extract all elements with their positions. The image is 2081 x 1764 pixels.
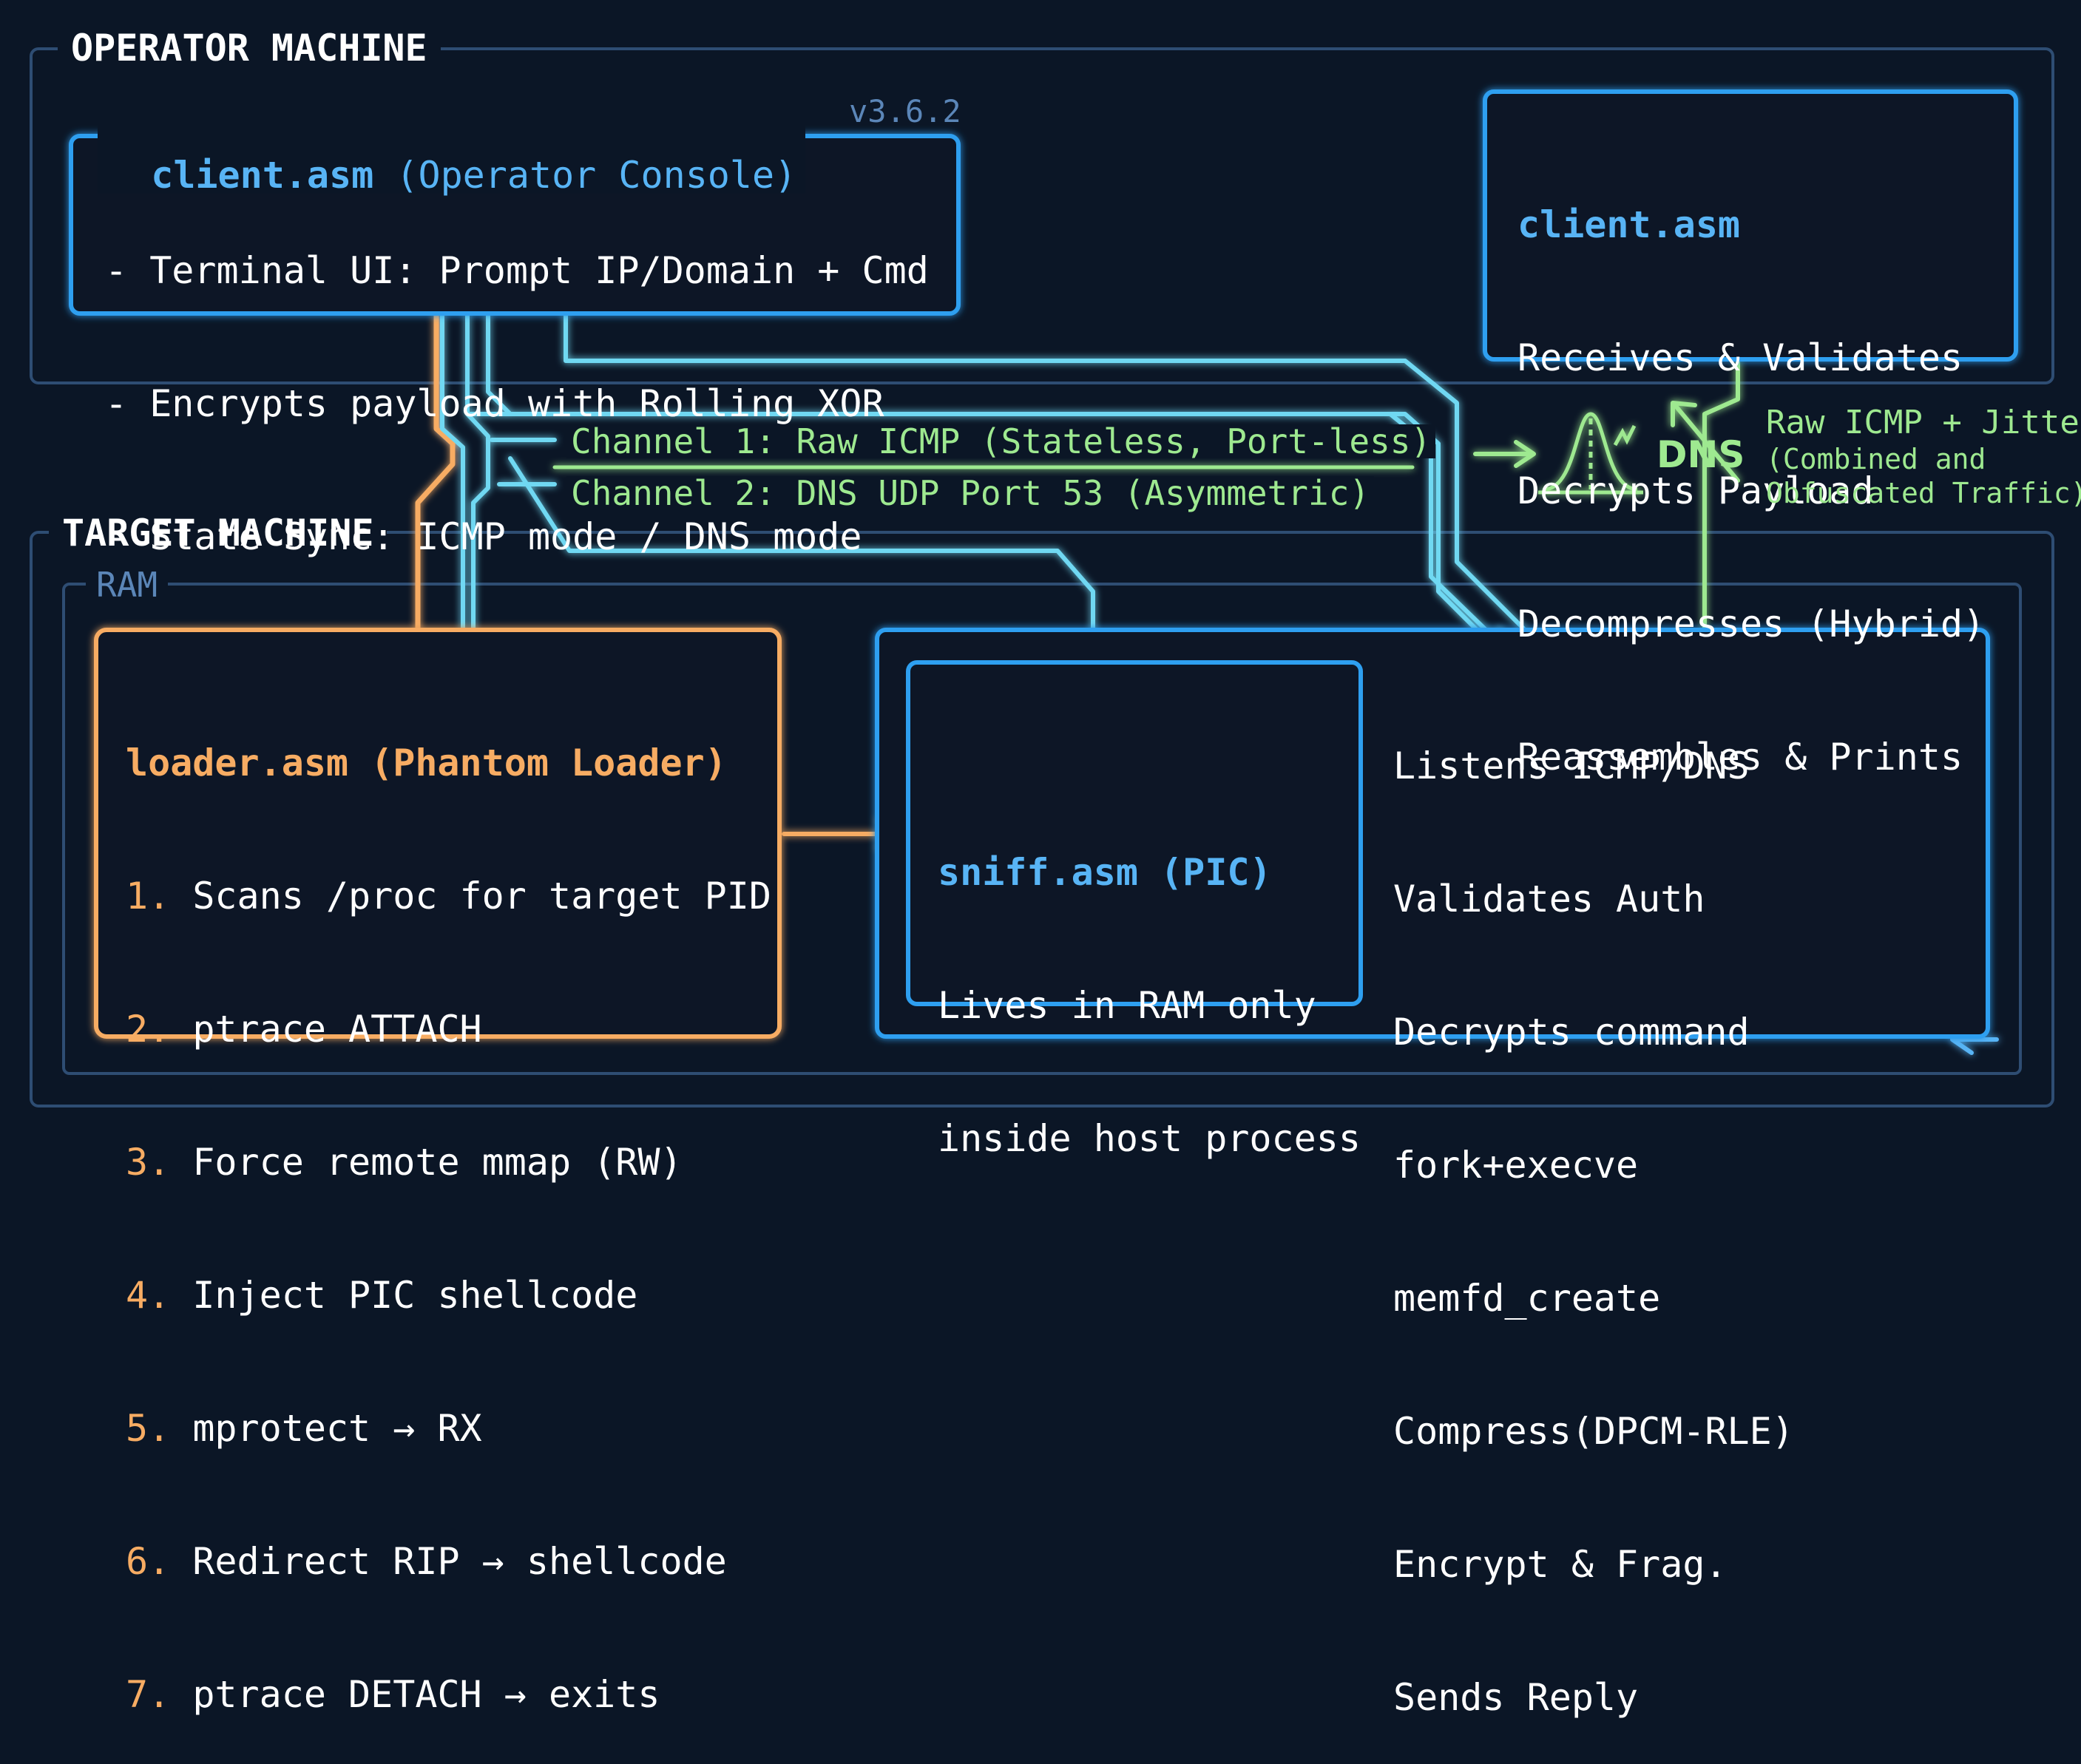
action-item: Compress(DPCM-RLE) — [1393, 1410, 1794, 1453]
loader-title: loader.asm (Phantom Loader) — [126, 742, 727, 784]
receiver-line: Receives & Validates — [1517, 336, 1963, 379]
console-line: - Terminal UI: Prompt IP/Domain + Cmd — [105, 249, 929, 292]
loader-step: 2. ptrace ATTACH — [126, 1008, 482, 1051]
sniff-title: sniff.asm (PIC) — [938, 851, 1272, 894]
loader-step: 3. Force remote mmap (RW) — [126, 1141, 683, 1184]
channel2-label: Channel 2: DNS UDP Port 53 (Asymmetric) — [566, 476, 1375, 510]
loader-step: 7. ptrace DETACH → exits — [126, 1673, 660, 1716]
action-item: memfd_create — [1393, 1277, 1661, 1320]
action-item: Sends Reply — [1393, 1676, 1639, 1719]
client-receiver-name: client.asm — [1517, 203, 1741, 246]
loader-step: 4. Inject PIC shellcode — [126, 1274, 638, 1317]
action-item: Encrypt & Frag. — [1393, 1543, 1728, 1586]
action-item: Listens ICMP/DNS — [1393, 744, 1750, 787]
console-line: - State Sync: ICMP mode / DNS mode — [105, 515, 862, 558]
action-item: fork+execve — [1393, 1144, 1639, 1187]
sniff-actions: Listens ICMP/DNS Validates Auth Decrypts… — [1393, 655, 1794, 1764]
sniff-content: sniff.asm (PIC) Lives in RAM only inside… — [938, 761, 1361, 1205]
loader-step: 5. mprotect → RX — [126, 1407, 482, 1450]
channel1-label: Channel 1: Raw ICMP (Stateless, Port-les… — [566, 424, 1436, 458]
operator-machine-title: OPERATOR MACHINE — [58, 30, 441, 67]
loader-step: 1. Scans /proc for target PID — [126, 875, 771, 917]
loader-step: 6. Redirect RIP → shellcode — [126, 1540, 727, 1583]
traffic-line1: Raw ICMP + Jitter — [1766, 404, 2081, 441]
action-item: Validates Auth — [1393, 878, 1705, 920]
version-label: v3.6.2 — [849, 93, 961, 129]
traffic-line2: (Combined and — [1766, 443, 1986, 475]
traffic-line3: Obfuscated Traffic) — [1766, 477, 2081, 509]
client-console-lines: - Terminal UI: Prompt IP/Domain + Cmd - … — [105, 160, 929, 603]
sniff-line: Lives in RAM only — [938, 984, 1316, 1027]
console-line: - Encrypts payload with Rolling XOR — [105, 382, 884, 425]
action-item: Decrypts command — [1393, 1011, 1750, 1054]
sniff-line: inside host process — [938, 1117, 1361, 1160]
receiver-line: Decompresses (Hybrid) — [1517, 603, 1986, 645]
dns-label: DNS — [1657, 433, 1745, 476]
loader-content: loader.asm (Phantom Loader) 1. Scans /pr… — [126, 652, 771, 1761]
